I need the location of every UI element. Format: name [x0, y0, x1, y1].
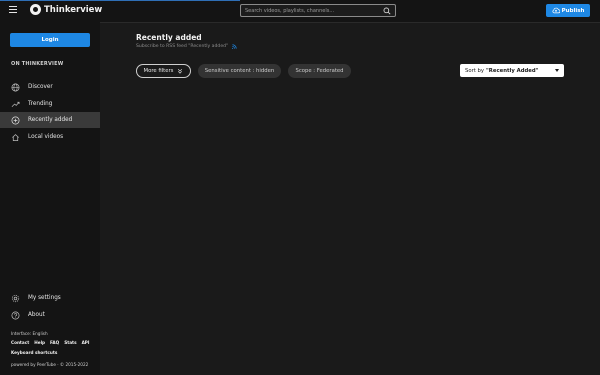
search-input[interactable] — [245, 6, 381, 16]
double-chevron-down-icon — [178, 68, 183, 74]
more-filters-button[interactable]: More filters — [136, 64, 191, 78]
sidebar-item-trending[interactable]: Trending — [0, 96, 100, 112]
publish-button[interactable]: Publish — [546, 4, 590, 17]
sidebar-section-heading: ON THINKERVIEW — [11, 61, 64, 67]
gear-icon — [11, 294, 20, 302]
interface-language[interactable]: Interface: English — [11, 331, 48, 336]
sidebar-item-recently-added[interactable]: Recently added — [0, 112, 100, 128]
sidebar-item-label: Discover — [28, 84, 53, 90]
footer-link-api[interactable]: API — [82, 340, 90, 345]
footer-link-faq[interactable]: FAQ — [50, 340, 59, 345]
footer-link-stats[interactable]: Stats — [64, 340, 76, 345]
rss-subscribe-text: Subscribe to RSS feed "Recently added" — [136, 44, 229, 49]
footer-links: Contact Help FAQ Stats API — [11, 340, 89, 345]
rss-icon — [232, 44, 237, 49]
footer-link-help[interactable]: Help — [34, 340, 45, 345]
caret-down-icon — [555, 69, 559, 72]
search-box[interactable] — [240, 4, 396, 17]
publish-label: Publish — [561, 7, 585, 14]
top-bar: Thinkerview Publish — [0, 0, 600, 23]
sort-value: "Recently Added" — [486, 67, 539, 74]
logo-icon[interactable] — [30, 4, 41, 15]
sidebar-item-discover[interactable]: Discover — [0, 79, 100, 95]
more-filters-label: More filters — [143, 68, 174, 74]
sidebar-item-label: Local videos — [28, 134, 64, 140]
search-icon[interactable] — [383, 7, 391, 15]
help-circle-icon — [11, 311, 20, 319]
footer-link-contact[interactable]: Contact — [11, 340, 29, 345]
loading-bar — [0, 0, 240, 1]
sidebar-item-label: My settings — [28, 295, 61, 301]
sidebar-item-label: Recently added — [28, 117, 73, 123]
rss-subscribe-link[interactable]: Subscribe to RSS feed "Recently added" — [136, 43, 238, 50]
sort-dropdown[interactable]: Sort by "Recently Added" — [460, 64, 564, 77]
sidebar-item-label: Trending — [28, 101, 53, 107]
sort-prefix: Sort by — [465, 67, 485, 74]
upload-cloud-icon — [552, 7, 560, 14]
sensitive-content-filter-chip[interactable]: Sensitive content : hidden — [198, 64, 281, 78]
trending-icon — [11, 101, 20, 107]
keyboard-shortcuts-link[interactable]: Keyboard shortcuts — [11, 350, 57, 355]
menu-icon[interactable] — [9, 6, 17, 13]
brand-name[interactable]: Thinkerview — [44, 5, 102, 15]
globe-icon — [11, 83, 20, 91]
home-icon — [12, 133, 19, 141]
plus-circle-icon — [11, 116, 20, 124]
scope-filter-chip[interactable]: Scope : Federated — [288, 64, 351, 78]
page-title: Recently added — [136, 33, 202, 42]
sidebar: Login ON THINKERVIEW Discover Trending R… — [0, 22, 100, 375]
sidebar-item-local-videos[interactable]: Local videos — [0, 129, 100, 145]
sidebar-item-label: About — [28, 312, 45, 318]
sidebar-item-about[interactable]: About — [0, 307, 100, 323]
powered-by-text[interactable]: powered by PeerTube · © 2015-2022 — [11, 362, 88, 367]
login-button[interactable]: Login — [10, 33, 90, 47]
sidebar-item-my-settings[interactable]: My settings — [0, 290, 100, 306]
